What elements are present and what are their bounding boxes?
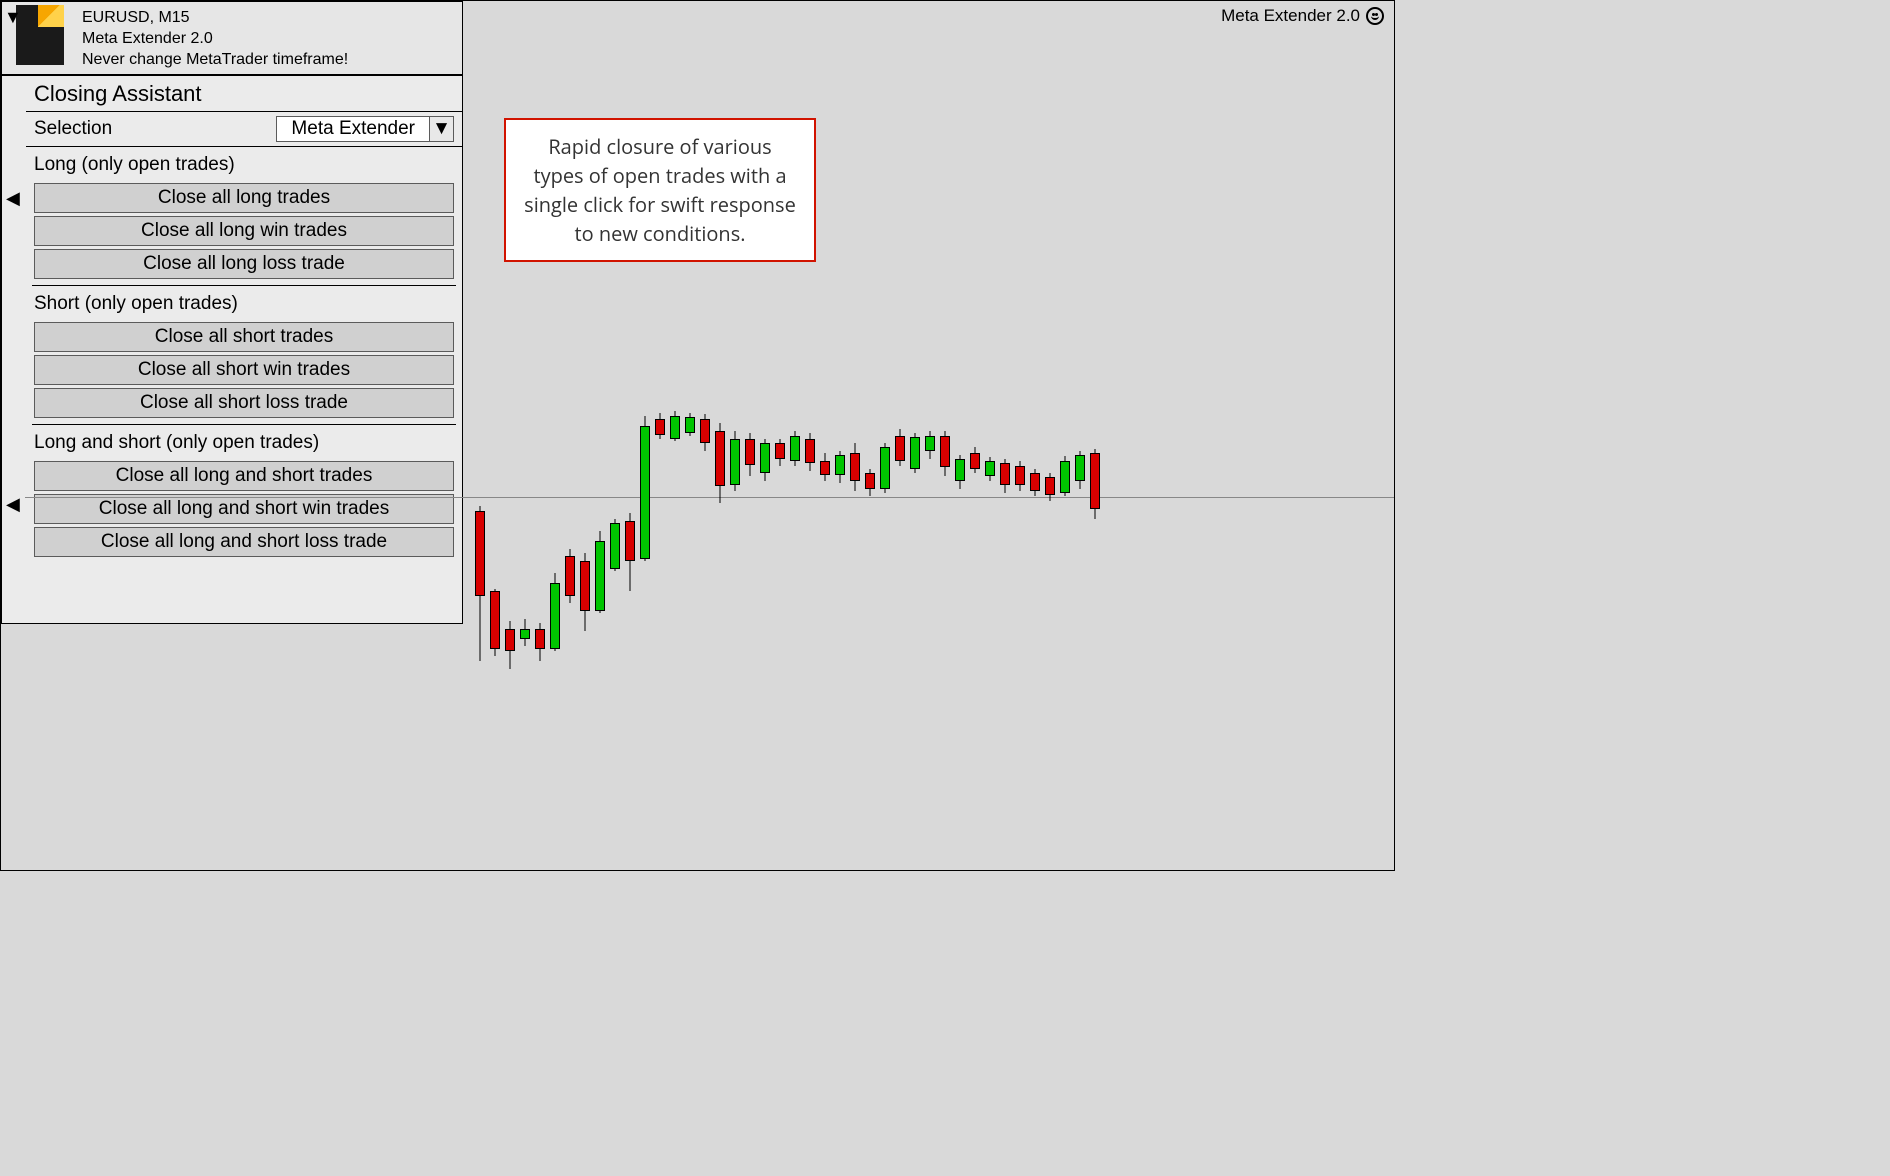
candle: [925, 431, 935, 691]
candle: [565, 549, 575, 691]
candle: [1045, 473, 1055, 691]
candle: [910, 433, 920, 691]
candle: [970, 447, 980, 691]
candle: [700, 414, 710, 691]
candle: [550, 573, 560, 691]
candle: [505, 621, 515, 691]
candle: [790, 431, 800, 691]
close-all-longshort-win-button[interactable]: Close all long and short win trades: [34, 494, 454, 524]
header-warning: Never change MetaTrader timeframe!: [82, 49, 348, 70]
smiley-icon: [1366, 7, 1384, 25]
close-all-short-loss-button[interactable]: Close all short loss trade: [34, 388, 454, 418]
candle: [775, 439, 785, 691]
selection-row: Selection Meta Extender ▼: [26, 112, 462, 147]
candle: [715, 423, 725, 691]
candle: [1015, 461, 1025, 691]
candle: [805, 433, 815, 691]
close-all-long-button[interactable]: Close all long trades: [34, 183, 454, 213]
candle: [580, 553, 590, 691]
candle: [1000, 459, 1010, 691]
candlestick-chart: [475, 401, 1115, 691]
candle: [760, 439, 770, 691]
candle: [475, 506, 485, 691]
candle: [880, 443, 890, 691]
candle: [985, 457, 995, 691]
collapse-header-icon[interactable]: ▼: [4, 7, 22, 28]
close-all-long-win-button[interactable]: Close all long win trades: [34, 216, 454, 246]
header-text-block: EURUSD, M15 Meta Extender 2.0 Never chan…: [82, 7, 348, 70]
close-all-short-button[interactable]: Close all short trades: [34, 322, 454, 352]
chevron-down-icon[interactable]: ▼: [429, 117, 453, 141]
header-bar: EURUSD, M15 Meta Extender 2.0 Never chan…: [1, 1, 463, 75]
candle: [670, 411, 680, 691]
candle: [745, 433, 755, 691]
close-all-longshort-button[interactable]: Close all long and short trades: [34, 461, 454, 491]
candle: [865, 469, 875, 691]
close-all-longshort-loss-button[interactable]: Close all long and short loss trade: [34, 527, 454, 557]
candle: [1060, 456, 1070, 691]
collapse-panel-upper-icon[interactable]: ◀: [6, 188, 20, 209]
candle: [1030, 469, 1040, 691]
section-head-long: Long (only open trades): [26, 147, 462, 180]
product-name: Meta Extender 2.0: [82, 28, 348, 49]
candle: [895, 429, 905, 691]
top-right-text: Meta Extender 2.0: [1221, 6, 1360, 26]
candle: [955, 455, 965, 691]
selection-dropdown[interactable]: Meta Extender ▼: [276, 116, 454, 142]
candle: [820, 453, 830, 691]
candle: [490, 589, 500, 691]
candle: [520, 619, 530, 691]
top-right-label: Meta Extender 2.0: [1221, 6, 1384, 26]
section-head-longshort: Long and short (only open trades): [26, 425, 462, 458]
candle: [655, 413, 665, 691]
panel-title: Closing Assistant: [26, 76, 462, 112]
collapse-panel-lower-icon[interactable]: ◀: [6, 494, 20, 515]
candle: [1075, 451, 1085, 691]
selection-label: Selection: [34, 118, 276, 140]
candle: [535, 623, 545, 691]
candle: [940, 431, 950, 691]
candle: [685, 413, 695, 691]
candle: [730, 431, 740, 691]
section-head-short: Short (only open trades): [26, 286, 462, 319]
candle: [595, 531, 605, 691]
close-all-short-win-button[interactable]: Close all short win trades: [34, 355, 454, 385]
closing-assistant-panel: ▼ ◀ ◀ Closing Assistant Selection Meta E…: [1, 75, 463, 624]
candle: [625, 513, 635, 691]
candle: [835, 451, 845, 691]
candle: [850, 443, 860, 691]
symbol-timeframe: EURUSD, M15: [82, 7, 348, 28]
candle: [640, 416, 650, 691]
info-callout: Rapid closure of various types of open t…: [504, 118, 816, 262]
selection-value: Meta Extender: [277, 118, 429, 140]
candle: [1090, 449, 1100, 691]
candle: [610, 519, 620, 691]
close-all-long-loss-button[interactable]: Close all long loss trade: [34, 249, 454, 279]
product-logo: [16, 5, 64, 65]
